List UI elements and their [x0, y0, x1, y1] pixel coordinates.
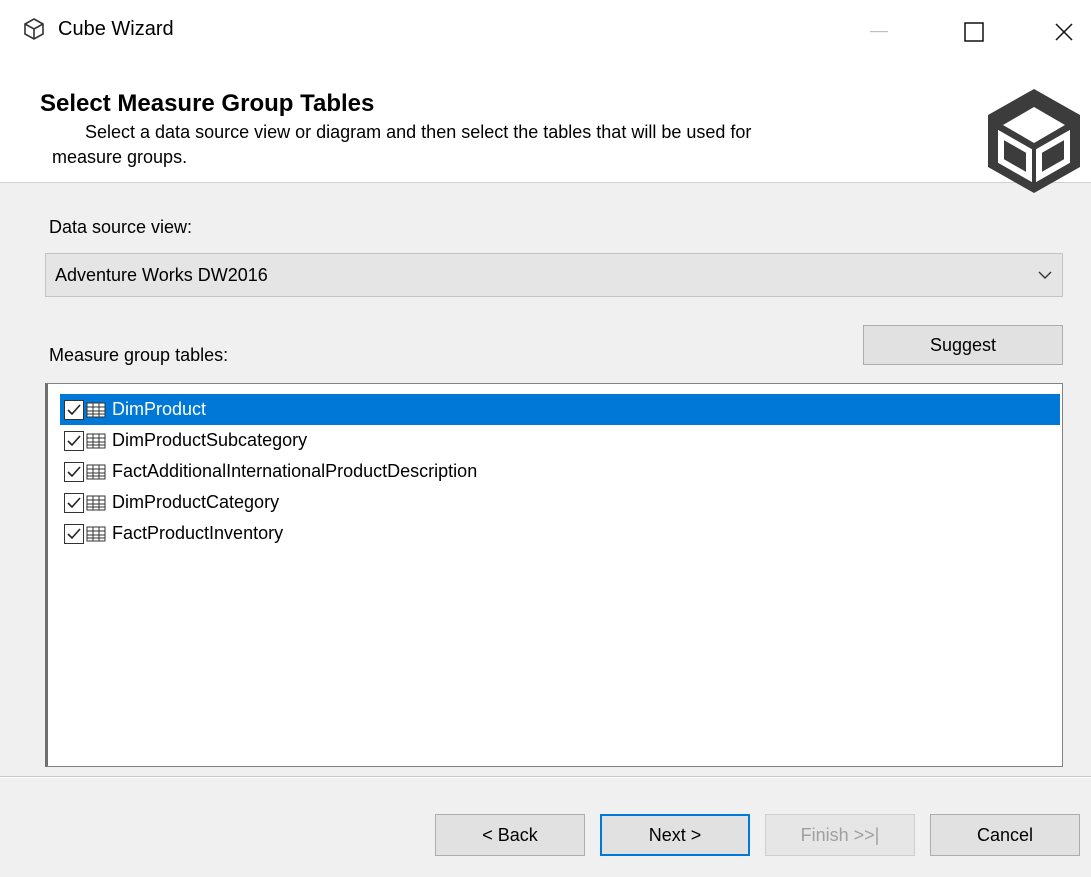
datasource-label: Data source view: — [49, 217, 193, 237]
chevron-down-icon — [1038, 271, 1052, 279]
list-item[interactable]: DimProductCategory — [60, 487, 1060, 518]
maximize-icon — [964, 22, 984, 42]
checkmark-icon — [67, 527, 81, 539]
minimize-icon — [870, 31, 888, 33]
back-button[interactable]: < Back — [435, 814, 585, 856]
measure-group-tables-list[interactable]: DimProduct DimProductSubcategory FactAdd… — [45, 383, 1063, 767]
cube-app-icon — [24, 18, 44, 40]
page-title: Select Measure Group Tables — [40, 90, 375, 117]
checkmark-icon — [67, 465, 81, 477]
maximize-button[interactable] — [947, 6, 1001, 58]
cube-wizard-logo-icon — [988, 89, 1080, 193]
table-name: DimProductSubcategory — [112, 430, 308, 450]
checkbox[interactable] — [64, 399, 84, 420]
close-icon — [1055, 23, 1073, 41]
tables-label: Measure group tables: — [49, 345, 229, 365]
list-item[interactable]: DimProduct — [60, 394, 1060, 425]
finish-button[interactable]: Finish >>| — [765, 814, 915, 856]
wizard-header: Select Measure Group Tables Select a dat… — [0, 64, 1091, 183]
table-name: DimProduct — [112, 399, 207, 419]
suggest-button[interactable]: Suggest — [863, 325, 1063, 365]
list-item[interactable]: DimProductSubcategory — [60, 425, 1060, 456]
table-icon — [86, 402, 106, 417]
table-icon — [86, 433, 106, 448]
table-name: FactAdditionalInternationalProductDescri… — [112, 461, 478, 481]
window-title: Cube Wizard — [58, 18, 174, 40]
checkmark-icon — [67, 496, 81, 508]
table-name: FactProductInventory — [112, 523, 284, 543]
page-description: Select a data source view or diagram and… — [52, 120, 905, 170]
minimize-button[interactable] — [852, 6, 906, 58]
description-line-2: measure groups. — [52, 147, 188, 167]
title-bar: Cube Wizard — [0, 0, 1091, 64]
checkmark-icon — [67, 403, 81, 415]
table-icon — [86, 464, 106, 479]
checkbox[interactable] — [64, 523, 84, 544]
table-icon — [86, 495, 106, 510]
checkbox[interactable] — [64, 461, 84, 482]
cancel-button[interactable]: Cancel — [930, 814, 1080, 856]
list-item[interactable]: FactAdditionalInternationalProductDescri… — [60, 456, 1060, 487]
next-button[interactable]: Next > — [600, 814, 750, 856]
list-item[interactable]: FactProductInventory — [60, 518, 1060, 549]
description-line-1: Select a data source view or diagram and… — [85, 122, 752, 142]
checkbox[interactable] — [64, 492, 84, 513]
checkmark-icon — [67, 434, 81, 446]
table-name: DimProductCategory — [112, 492, 280, 512]
table-icon — [86, 526, 106, 541]
datasource-select[interactable]: Adventure Works DW2016 — [45, 253, 1063, 297]
close-button[interactable] — [1037, 6, 1091, 58]
datasource-selected-value: Adventure Works DW2016 — [55, 265, 268, 285]
checkbox[interactable] — [64, 430, 84, 451]
